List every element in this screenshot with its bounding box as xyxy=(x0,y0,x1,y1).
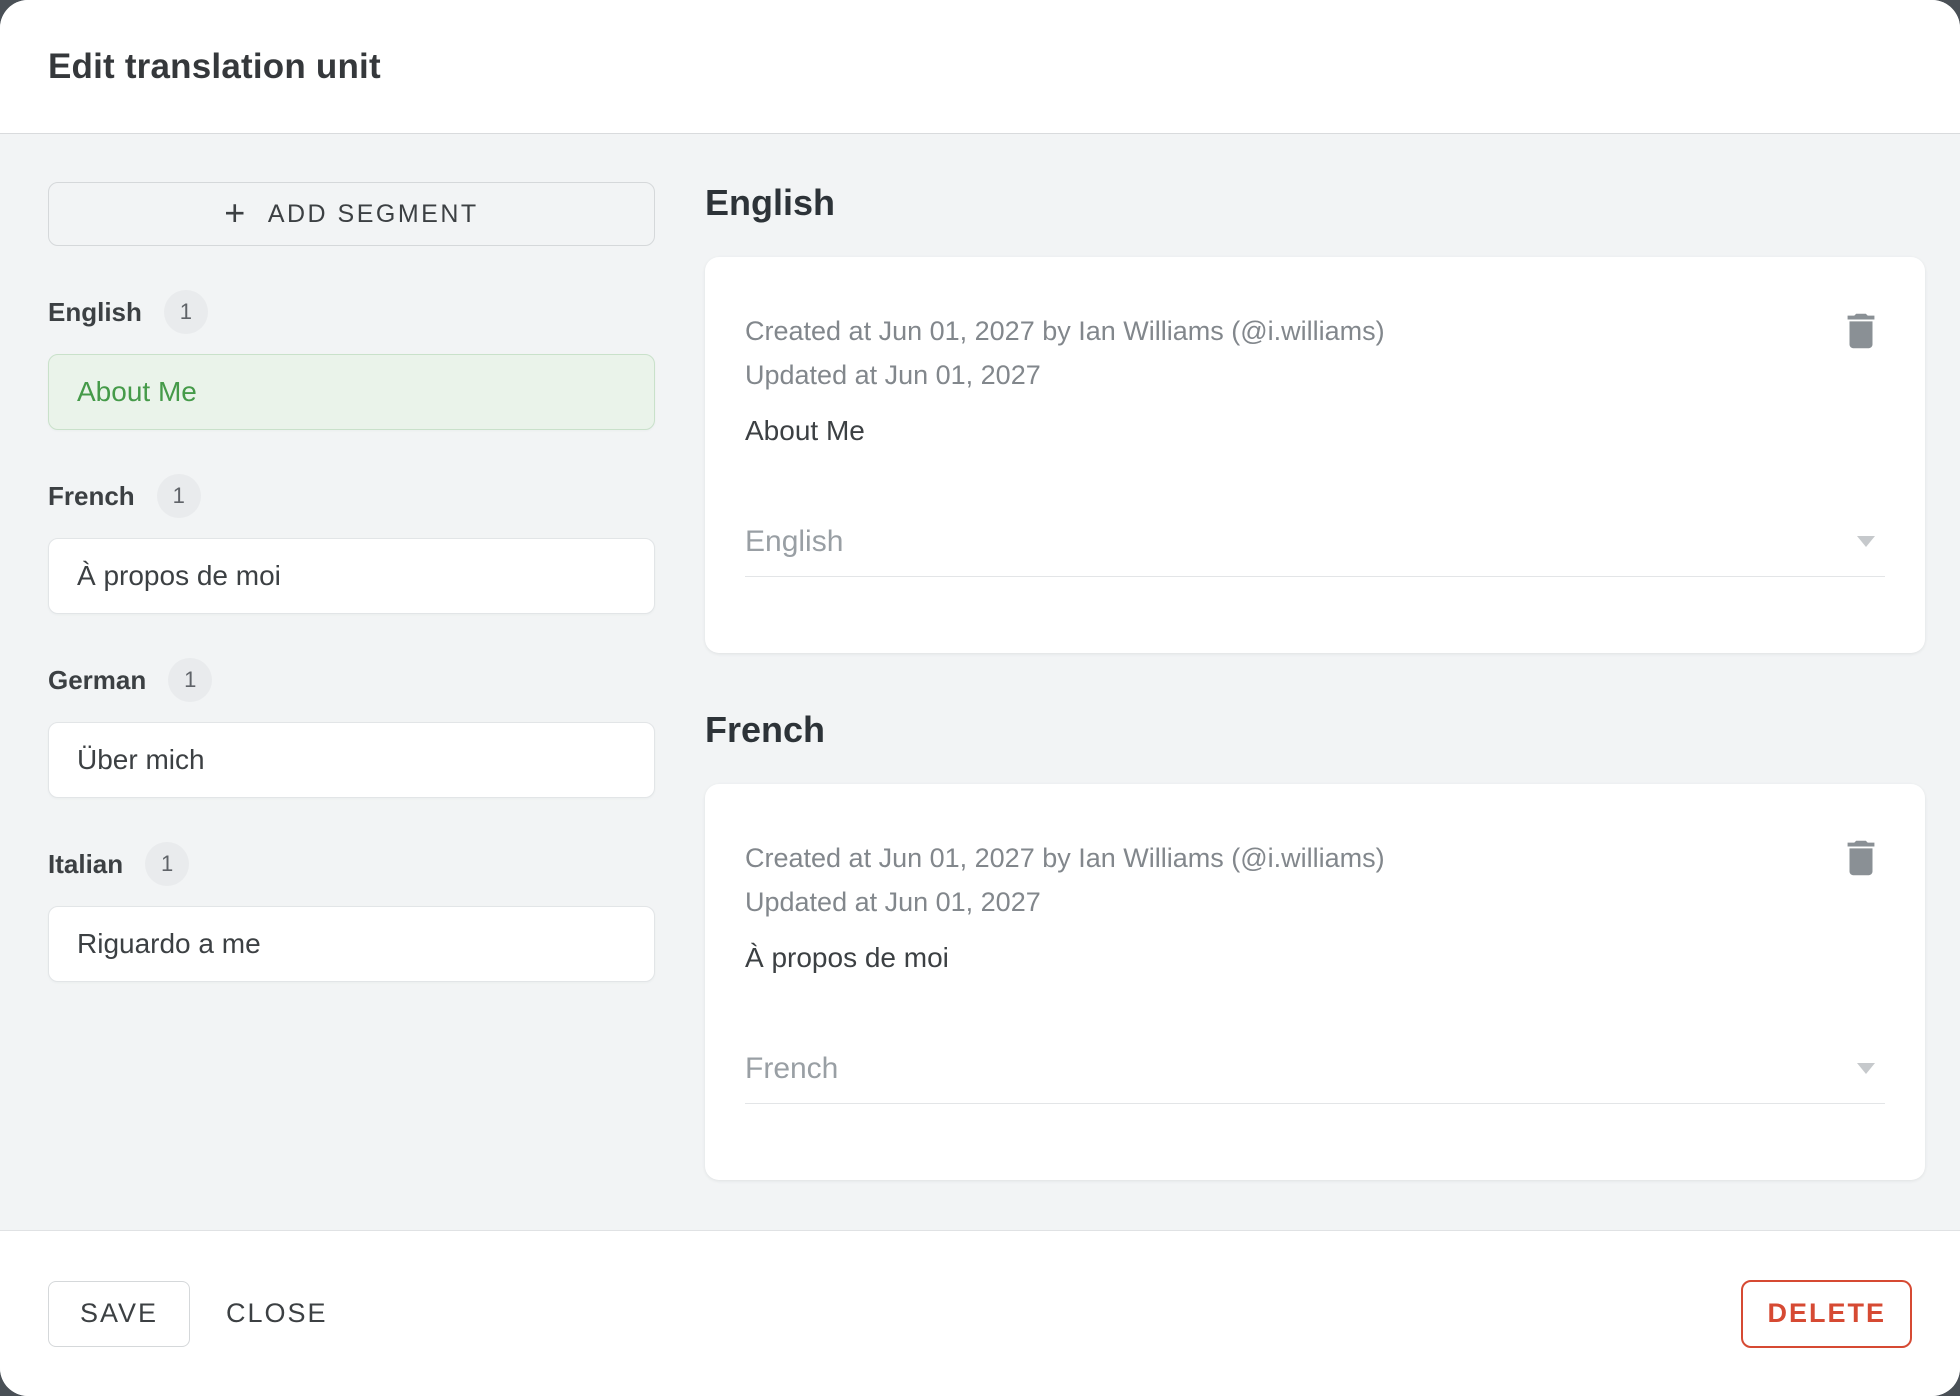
add-segment-button[interactable]: + ADD SEGMENT xyxy=(48,182,655,246)
delete-segment-button[interactable] xyxy=(1837,834,1885,882)
segment-text: À propos de moi xyxy=(745,942,949,973)
segment-count-badge: 1 xyxy=(145,842,190,886)
language-select-french[interactable]: French xyxy=(745,1034,1885,1104)
segment-item-french[interactable]: À propos de moi xyxy=(48,538,655,614)
segment-text: About Me xyxy=(745,415,865,446)
lang-label: German xyxy=(48,664,147,695)
sidebar-group-german: German 1 Über mich xyxy=(48,658,655,798)
updated-at-text: Updated at Jun 01, 2027 xyxy=(745,360,1041,390)
edit-translation-unit-dialog: Edit translation unit + ADD SEGMENT Engl… xyxy=(0,0,1960,1396)
plus-icon: + xyxy=(224,191,248,233)
dialog-body: + ADD SEGMENT English 1 About Me French … xyxy=(0,134,1960,1230)
updated-at-text: Updated at Jun 01, 2027 xyxy=(745,887,1041,917)
segments-sidebar: + ADD SEGMENT English 1 About Me French … xyxy=(48,182,655,1230)
language-select-value: English xyxy=(745,524,844,558)
card-bottom-space xyxy=(745,577,1885,653)
caret-down-icon xyxy=(1857,536,1875,547)
lang-label-row: French 1 xyxy=(48,474,655,518)
save-button[interactable]: SAVE xyxy=(48,1280,190,1347)
card-meta: Created at Jun 01, 2027 by Ian Williams … xyxy=(745,836,1885,924)
lang-label: French xyxy=(48,480,135,511)
segment-item-italian[interactable]: Riguardo a me xyxy=(48,906,655,982)
segment-count-badge: 1 xyxy=(168,658,213,702)
dialog-header: Edit translation unit xyxy=(0,0,1960,134)
add-segment-label: ADD SEGMENT xyxy=(267,199,479,228)
lang-label-row: English 1 xyxy=(48,290,655,334)
caret-down-icon xyxy=(1857,1063,1875,1074)
created-at-text: Created at Jun 01, 2027 by Ian Williams … xyxy=(745,316,1385,346)
language-select-english[interactable]: English xyxy=(745,507,1885,577)
dialog-footer: SAVE CLOSE DELETE xyxy=(0,1230,1960,1396)
translation-main-panel: English Created at Jun 01, 2027 by Ian W… xyxy=(705,182,1925,1230)
sidebar-group-french: French 1 À propos de moi xyxy=(48,474,655,614)
card-meta: Created at Jun 01, 2027 by Ian Williams … xyxy=(745,309,1885,397)
section-heading-english: English xyxy=(705,182,836,223)
section-heading-french: French xyxy=(705,709,826,750)
delete-button[interactable]: DELETE xyxy=(1741,1279,1912,1348)
dialog-title: Edit translation unit xyxy=(48,46,381,86)
lang-label: Italian xyxy=(48,848,124,879)
segment-item-german[interactable]: Über mich xyxy=(48,722,655,798)
segment-count-badge: 1 xyxy=(156,474,201,518)
lang-label: English xyxy=(48,296,142,327)
sidebar-group-english: English 1 About Me xyxy=(48,290,655,430)
lang-label-row: Italian 1 xyxy=(48,842,655,886)
segment-count-badge: 1 xyxy=(163,290,208,334)
close-button[interactable]: CLOSE xyxy=(226,1298,328,1329)
sidebar-group-italian: Italian 1 Riguardo a me xyxy=(48,842,655,982)
delete-segment-button[interactable] xyxy=(1837,307,1885,355)
language-select-value: French xyxy=(745,1051,839,1085)
trash-icon xyxy=(1847,313,1875,349)
segment-item-english[interactable]: About Me xyxy=(48,354,655,430)
translation-card-english: Created at Jun 01, 2027 by Ian Williams … xyxy=(705,257,1925,653)
lang-label-row: German 1 xyxy=(48,658,655,702)
trash-icon xyxy=(1847,840,1875,876)
card-bottom-space xyxy=(745,1104,1885,1180)
translation-card-french: Created at Jun 01, 2027 by Ian Williams … xyxy=(705,784,1925,1180)
created-at-text: Created at Jun 01, 2027 by Ian Williams … xyxy=(745,843,1385,873)
